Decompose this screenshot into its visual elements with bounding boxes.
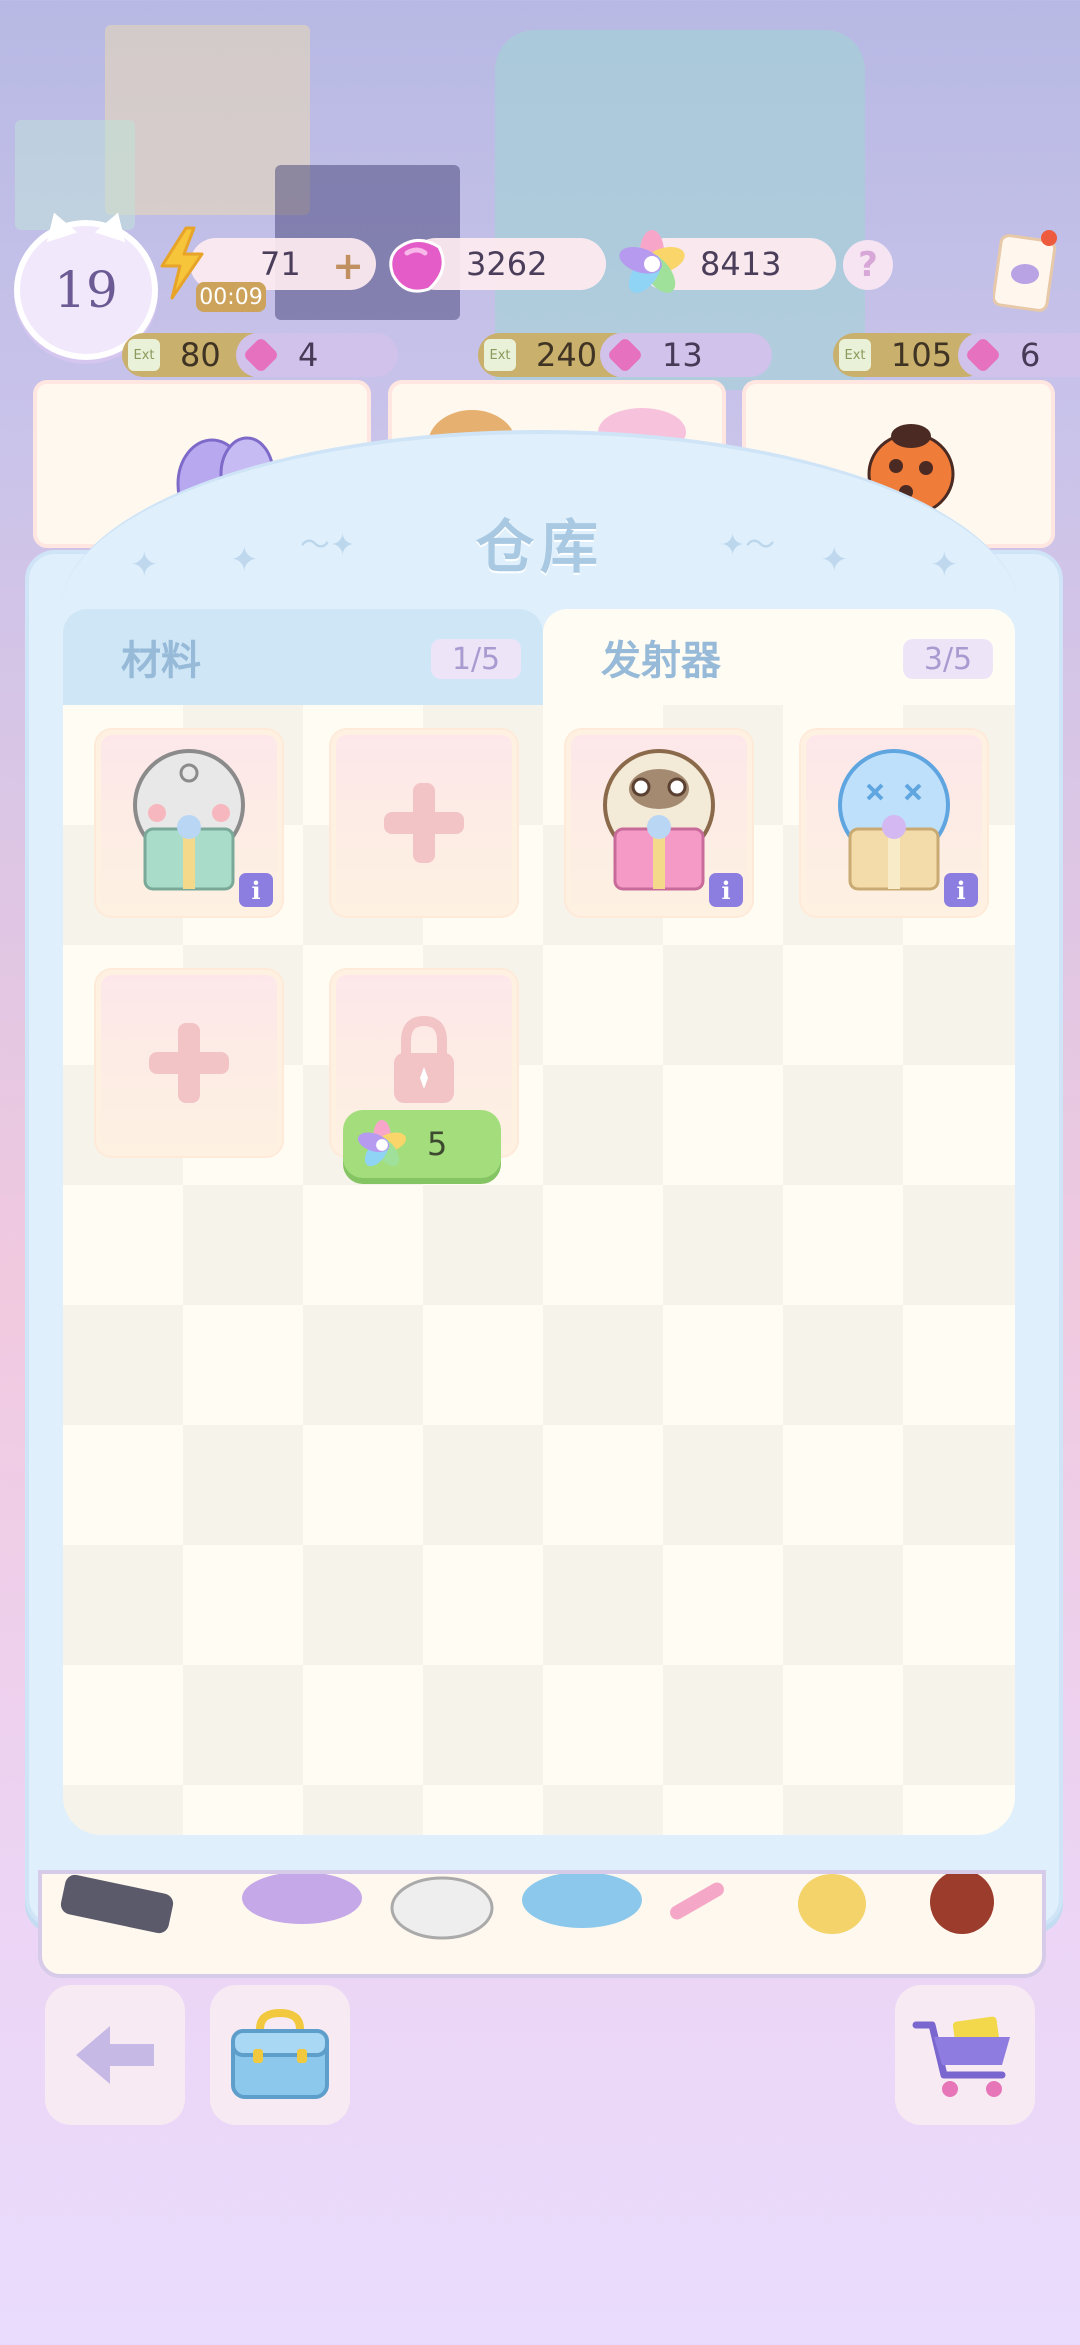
tab-emitters[interactable]: 发射器 3/5 [543,609,1015,705]
tab-emitters-label: 发射器 [601,638,721,684]
gems-value: 3262 [466,245,548,283]
card-icon[interactable] [993,228,1059,312]
energy-plus-button[interactable]: + [332,244,364,288]
plus-icon [384,783,464,863]
ev-icon: Ext [128,339,160,371]
help-button[interactable]: ? [843,240,893,290]
warehouse-tabs: 材料 1/5 发射器 3/5 [63,609,1015,705]
tab-materials-count: 1/5 [431,639,521,679]
unlock-cost: 5 [427,1125,448,1163]
warehouse-title: 仓库 [475,513,604,581]
ev-icon: Ext [484,339,516,371]
emitter-slot-1[interactable]: i [96,730,282,916]
ev-icon: Ext [839,339,871,371]
order-1-gems-value: 4 [298,336,319,374]
order-3-gems: 6 [958,333,1080,377]
gem-icon [964,336,1002,374]
info-button[interactable]: i [709,873,743,907]
order-3-ev-value: 105 [891,336,953,374]
emitter-slot-3[interactable]: i [801,730,987,916]
info-button[interactable]: i [944,873,978,907]
order-2-gems-value: 13 [662,336,703,374]
back-arrow-icon [76,2026,154,2084]
rainbow-star-icon [357,1120,407,1167]
order-2-ev-value: 240 [536,336,598,374]
tab-emitters-count: 3/5 [903,639,993,679]
energy-value: 71 [260,245,301,283]
rainbow-star-icon [619,230,685,293]
gem-icon [606,336,644,374]
board-items-peek [60,1870,994,1940]
info-button[interactable]: i [239,873,273,907]
cart-icon [912,2016,1010,2097]
shop-cart-button[interactable] [895,1985,1035,2125]
back-button[interactable] [45,1985,185,2125]
board-shelf [38,1870,1046,1978]
toolbox-icon [231,2008,329,2099]
energy-timer: 00:09 [196,282,266,312]
tab-materials[interactable]: 材料 1/5 [63,609,543,705]
order-2-gems: 13 [600,333,772,377]
unlock-slot-button[interactable]: 5 [343,1110,501,1178]
toolbox-button[interactable] [210,1985,350,2125]
order-3-gems-value: 6 [1020,336,1041,374]
empty-slot-add[interactable] [331,730,517,916]
empty-slot-add[interactable] [96,970,282,1156]
emitter-slot-2[interactable]: i [566,730,752,916]
level-number: 19 [54,261,118,319]
plus-icon [149,1023,229,1103]
gem-icon [242,336,280,374]
gem-icon [389,239,445,293]
order-1-ev-value: 80 [180,336,221,374]
tab-materials-label: 材料 [121,638,201,684]
stars-value: 8413 [700,245,782,283]
order-1-gems: 4 [236,333,398,377]
